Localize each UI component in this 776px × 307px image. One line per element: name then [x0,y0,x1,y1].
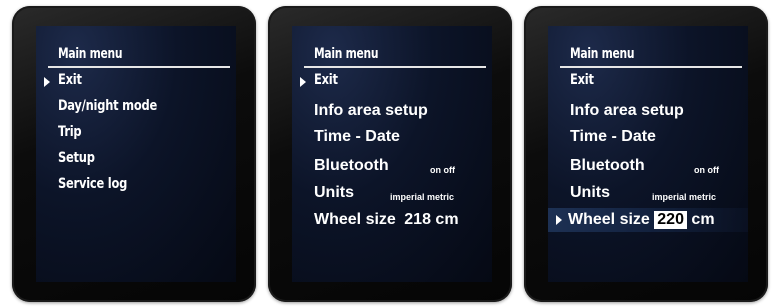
menu-item-time-date[interactable]: Time - Date [570,128,656,146]
wheel-size-label: Wheel size [568,211,650,228]
menu-title: Main menu [58,46,123,62]
units-options[interactable]: imperial metric [652,192,716,202]
menu-item-time-date[interactable]: Time - Date [314,128,400,146]
menu-item-bluetooth[interactable]: Bluetooth [314,157,389,175]
selection-arrow-icon [556,215,562,225]
menu-item-setup[interactable]: Setup [58,150,95,166]
selection-arrow-icon [300,77,306,87]
menu-title: Main menu [314,46,379,62]
display-2: Main menu Exit Info area setup Time - Da… [292,26,492,282]
menu-item-exit[interactable]: Exit [58,72,82,88]
device-screen-1: Main menu Exit Day/night mode Trip Setup… [12,6,256,302]
menu-title: Main menu [570,46,635,62]
wheel-size-value-input[interactable]: 220 [654,211,687,229]
wheel-size-label: Wheel size [314,211,396,228]
menu-item-units[interactable]: Units [570,184,610,202]
menu-item-exit[interactable]: Exit [570,72,594,88]
menu-item-units[interactable]: Units [314,184,354,202]
menu-item-info-area-setup[interactable]: Info area setup [314,102,428,120]
bluetooth-options[interactable]: on off [430,165,455,175]
units-options[interactable]: imperial metric [390,192,454,202]
title-divider [304,66,486,68]
menu-item-trip[interactable]: Trip [58,124,82,140]
menu-item-wheel-size[interactable]: Wheel size 220 cm [568,211,715,229]
display-3: Main menu Exit Info area setup Time - Da… [548,26,748,282]
wheel-size-unit: cm [435,211,459,228]
wheel-size-value: 218 [404,211,431,228]
device-screen-3: Main menu Exit Info area setup Time - Da… [524,6,768,302]
menu-item-bluetooth[interactable]: Bluetooth [570,157,645,175]
display-1: Main menu Exit Day/night mode Trip Setup… [36,26,236,282]
title-divider [560,66,742,68]
menu-item-day-night-mode[interactable]: Day/night mode [58,98,157,114]
title-divider [48,66,230,68]
menu-item-wheel-size[interactable]: Wheel size 218 cm [314,211,459,229]
menu-item-info-area-setup[interactable]: Info area setup [570,102,684,120]
selection-arrow-icon [44,77,50,87]
menu-item-exit[interactable]: Exit [314,72,338,88]
menu-item-service-log[interactable]: Service log [58,176,127,192]
bluetooth-options[interactable]: on off [694,165,719,175]
device-screen-2: Main menu Exit Info area setup Time - Da… [268,6,512,302]
wheel-size-unit: cm [691,211,715,228]
